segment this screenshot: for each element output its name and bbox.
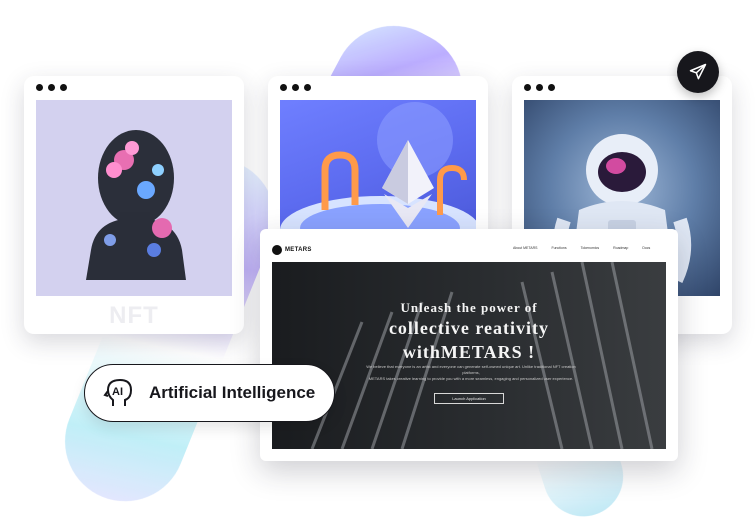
nft-artwork-ethereum bbox=[280, 100, 476, 240]
window-dot bbox=[304, 84, 311, 91]
window-dot bbox=[60, 84, 67, 91]
window-dots bbox=[524, 84, 555, 91]
ai-feature-label: Artificial Intelligence bbox=[149, 383, 316, 402]
ai-feature-badge[interactable]: AI Artificial Intelligence bbox=[84, 364, 335, 422]
hero-description-2: METARS takes creative learning to provid… bbox=[368, 376, 574, 381]
window-dots bbox=[36, 84, 67, 91]
window-dot bbox=[548, 84, 555, 91]
website-preview-card: METARS About METARS Functions Tokenomics… bbox=[260, 229, 678, 461]
hero-title-line2: collective reativity bbox=[388, 318, 550, 338]
nav-link-tokenomics[interactable]: Tokenomics bbox=[581, 246, 599, 250]
window-dot bbox=[292, 84, 299, 91]
nft-card-2[interactable] bbox=[268, 76, 488, 246]
hero-title-line1: Unleash the power of bbox=[400, 300, 538, 315]
window-dots bbox=[280, 84, 311, 91]
window-dot bbox=[280, 84, 287, 91]
brand-name: METARS bbox=[285, 247, 312, 253]
window-dot bbox=[36, 84, 43, 91]
nft-watermark-label: NFT bbox=[109, 302, 159, 329]
nav-link-about[interactable]: About METARS bbox=[513, 246, 537, 250]
site-nav-links: About METARS Functions Tokenomics Roadma… bbox=[513, 246, 664, 250]
send-button[interactable] bbox=[677, 51, 719, 93]
hero-description-1: We believe that everyone is an artist an… bbox=[366, 364, 576, 375]
window-dot bbox=[48, 84, 55, 91]
brand-logo-icon bbox=[272, 245, 282, 255]
send-icon bbox=[689, 63, 707, 80]
window-dot bbox=[524, 84, 531, 91]
nav-link-docs[interactable]: Docs bbox=[642, 246, 650, 250]
nav-link-roadmap[interactable]: Roadmap bbox=[613, 246, 628, 250]
window-dot bbox=[536, 84, 543, 91]
nav-link-functions[interactable]: Functions bbox=[551, 246, 566, 250]
launch-application-button[interactable]: Launch Application bbox=[434, 393, 504, 404]
hero-title-line3: withMETARS ! bbox=[402, 342, 536, 362]
site-brand[interactable]: METARS bbox=[272, 245, 312, 255]
nft-artwork-bust bbox=[36, 100, 232, 296]
nft-card-1[interactable]: NFT bbox=[24, 76, 244, 334]
ai-icon-text: AI bbox=[112, 386, 123, 398]
site-navbar: METARS About METARS Functions Tokenomics… bbox=[272, 241, 666, 259]
site-hero: Unleash the power of collective reativit… bbox=[272, 262, 666, 449]
